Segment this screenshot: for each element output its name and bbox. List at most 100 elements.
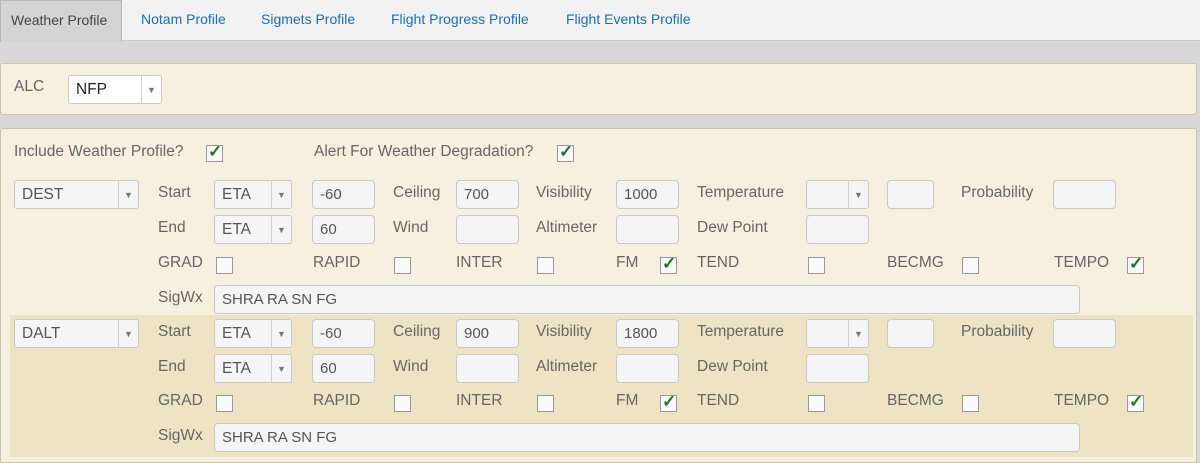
airport-select[interactable]: DEST ▼ <box>14 180 139 209</box>
dew-point-label: Dew Point <box>697 358 768 375</box>
temperature-operator-select[interactable]: ▼ <box>806 180 869 209</box>
chevron-down-icon: ▼ <box>848 181 868 208</box>
probability-input[interactable] <box>1053 180 1116 209</box>
tempo-checkbox[interactable]: ✓ <box>1127 392 1144 412</box>
temperature-input[interactable] <box>887 319 934 348</box>
alc-select-value: NFP <box>76 81 107 98</box>
becmg-checkbox[interactable] <box>962 257 979 274</box>
rapid-label: RAPID <box>313 254 361 271</box>
tempo-checkbox[interactable]: ✓ <box>1127 254 1144 274</box>
tend-label: TEND <box>697 254 740 271</box>
fm-label: FM <box>616 254 639 271</box>
chevron-down-icon: ▼ <box>118 181 138 208</box>
ceiling-label: Ceiling <box>393 323 441 340</box>
start-reference-select[interactable]: ETA ▼ <box>214 319 292 348</box>
ceiling-label: Ceiling <box>393 184 441 201</box>
tend-checkbox[interactable] <box>808 257 825 274</box>
temperature-input[interactable] <box>887 180 934 209</box>
checkmark-icon: ✓ <box>208 142 223 161</box>
sigwx-label: SigWx <box>158 427 203 444</box>
grad-label: GRAD <box>158 392 203 409</box>
chevron-down-icon: ▼ <box>118 320 138 347</box>
end-offset-input[interactable]: 60 <box>312 354 375 383</box>
chevron-down-icon: ▼ <box>848 320 868 347</box>
alc-panel: ALC NFP ▼ <box>0 63 1197 115</box>
checkmark-icon: ✓ <box>662 254 677 273</box>
wind-input[interactable] <box>456 354 519 383</box>
end-offset-input[interactable]: 60 <box>312 215 375 244</box>
visibility-label: Visibility <box>536 184 592 201</box>
alc-label: ALC <box>14 78 45 95</box>
chevron-down-icon: ▼ <box>141 76 161 103</box>
becmg-label: BECMG <box>887 254 944 271</box>
probability-label: Probability <box>961 323 1034 340</box>
tend-label: TEND <box>697 392 740 409</box>
sigwx-input[interactable]: SHRA RA SN FG <box>214 285 1080 314</box>
tab-bar: Weather Profile Notam Profile Sigmets Pr… <box>0 0 1200 42</box>
include-weather-profile-checkbox[interactable]: ✓ <box>206 142 223 162</box>
ceiling-input[interactable]: 700 <box>456 180 519 209</box>
alc-select[interactable]: NFP ▼ <box>68 75 162 104</box>
alert-weather-degradation-checkbox[interactable]: ✓ <box>557 142 574 162</box>
checkmark-icon: ✓ <box>1129 254 1144 273</box>
start-reference-value: ETA <box>222 186 251 203</box>
chevron-down-icon: ▼ <box>271 320 291 347</box>
end-reference-select[interactable]: ETA ▼ <box>214 215 292 244</box>
chevron-down-icon: ▼ <box>271 181 291 208</box>
tempo-label: TEMPO <box>1054 392 1110 409</box>
dew-point-label: Dew Point <box>697 219 768 236</box>
rapid-checkbox[interactable] <box>394 257 411 274</box>
end-reference-select[interactable]: ETA ▼ <box>214 354 292 383</box>
tab-notam-profile[interactable]: Notam Profile <box>141 0 226 41</box>
include-weather-profile-label: Include Weather Profile? <box>14 143 184 160</box>
becmg-label: BECMG <box>887 392 944 409</box>
grad-checkbox[interactable] <box>216 257 233 274</box>
start-label: Start <box>158 323 191 340</box>
altimeter-input[interactable] <box>616 215 679 244</box>
end-reference-value: ETA <box>222 221 251 238</box>
inter-checkbox[interactable] <box>537 257 554 274</box>
sigwx-input[interactable]: SHRA RA SN FG <box>214 423 1080 452</box>
start-label: Start <box>158 184 191 201</box>
grad-label: GRAD <box>158 254 203 271</box>
inter-label: INTER <box>456 254 503 271</box>
temperature-label: Temperature <box>697 184 785 201</box>
dew-point-input[interactable] <box>806 354 869 383</box>
tab-flight-progress-profile[interactable]: Flight Progress Profile <box>391 0 529 41</box>
end-reference-value: ETA <box>222 360 251 377</box>
fm-label: FM <box>616 392 639 409</box>
becmg-checkbox[interactable] <box>962 395 979 412</box>
airport-select[interactable]: DALT ▼ <box>14 319 139 348</box>
visibility-input[interactable]: 1000 <box>616 180 679 209</box>
grad-checkbox[interactable] <box>216 395 233 412</box>
visibility-input[interactable]: 1800 <box>616 319 679 348</box>
start-offset-input[interactable]: -60 <box>312 319 375 348</box>
wind-label: Wind <box>393 219 429 236</box>
wind-input[interactable] <box>456 215 519 244</box>
rapid-label: RAPID <box>313 392 361 409</box>
inter-checkbox[interactable] <box>537 395 554 412</box>
altimeter-label: Altimeter <box>536 219 598 236</box>
ceiling-input[interactable]: 900 <box>456 319 519 348</box>
probability-label: Probability <box>961 184 1034 201</box>
start-reference-select[interactable]: ETA ▼ <box>214 180 292 209</box>
wind-label: Wind <box>393 358 429 375</box>
fm-checkbox[interactable]: ✓ <box>660 392 677 412</box>
temperature-label: Temperature <box>697 323 785 340</box>
visibility-label: Visibility <box>536 323 592 340</box>
tab-weather-profile[interactable]: Weather Profile <box>0 0 123 42</box>
airport-select-value: DEST <box>22 186 64 203</box>
dew-point-input[interactable] <box>806 215 869 244</box>
chevron-down-icon: ▼ <box>271 216 291 243</box>
rapid-checkbox[interactable] <box>394 395 411 412</box>
altimeter-input[interactable] <box>616 354 679 383</box>
start-offset-input[interactable]: -60 <box>312 180 375 209</box>
tab-sigmets-profile[interactable]: Sigmets Profile <box>261 0 355 41</box>
tempo-label: TEMPO <box>1054 254 1110 271</box>
probability-input[interactable] <box>1053 319 1116 348</box>
tab-flight-events-profile[interactable]: Flight Events Profile <box>566 0 691 41</box>
tend-checkbox[interactable] <box>808 395 825 412</box>
fm-checkbox[interactable]: ✓ <box>660 254 677 274</box>
checkmark-icon: ✓ <box>1129 392 1144 411</box>
temperature-operator-select[interactable]: ▼ <box>806 319 869 348</box>
